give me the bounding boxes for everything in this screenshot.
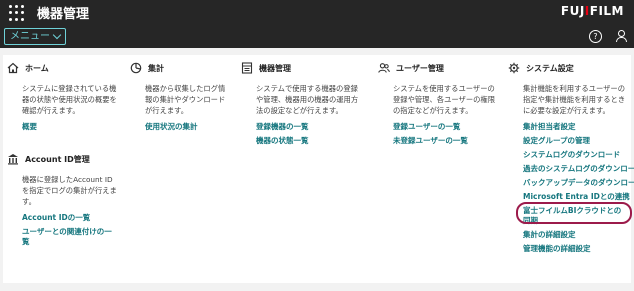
fujifilm-logo: FUJIFILM [560,4,624,18]
section-desc-system: 集計機能を利用するユーザーの指定や集計機能を利用するときに必要な設定が行えます。 [523,84,626,115]
link-past-system-log-download[interactable]: 過去のシステムログのダウンロード [523,162,634,176]
column-users: ユーザー管理 システムを使用するユーザーの登録や管理、各ユーザーの権限の指定など… [378,61,496,148]
link-overview[interactable]: 概要 [22,120,119,134]
section-desc-home: システムに登録されている機器の状態や使用状況の概要を確認が行えます。 [22,84,117,115]
user-icon[interactable] [615,30,627,43]
link-aggregate-manager[interactable]: 集計担当者設定 [523,120,628,134]
column-devices: 機器管理 システムで使用する機器の登録や管理、機器用の機器の運用方法の設定などが… [241,61,365,148]
column-system: システム設定 集計機能を利用するユーザーの指定や集計機能を利用するときに必要な設… [508,61,634,256]
highlight-ring [516,202,632,224]
pie-chart-icon [130,62,142,74]
section-desc-users: システムを使用するユーザーの登録や管理、各ユーザーの権限の指定などが行えます。 [393,84,496,115]
link-backup-download[interactable]: バックアップデータのダウンロード [523,176,634,190]
section-desc-devices: システムで使用する機器の登録や管理、機器用の機器の運用方法の設定などが行えます。 [256,84,359,115]
printer-icon [241,62,253,74]
section-desc-aggregate: 機器から収集したログ情報の集計やダウンロードが行えます。 [145,84,226,115]
section-desc-account: 機器に登録したAccount IDを指定でログの集計が行えます。 [22,175,117,206]
link-user-association-list[interactable]: ユーザーとの関連付けの一覧 [22,227,119,247]
app-launcher-icon[interactable] [9,5,25,21]
section-title-home: ホーム [25,63,49,73]
link-account-id-list[interactable]: Account IDの一覧 [22,211,119,225]
section-heading-users: ユーザー管理 [378,61,496,75]
link-unregistered-users[interactable]: 未登録ユーザーの一覧 [393,134,496,148]
menu-panel: ホーム システムに登録されている機器の状態や使用状況の概要を確認が行えます。 概… [3,55,634,283]
section-heading-system: システム設定 [508,61,628,75]
chevron-down-icon [52,30,62,40]
section-title-aggregate: 集計 [148,63,164,73]
users-icon [378,63,390,73]
gear-icon [508,62,520,74]
section-title-devices: 機器管理 [259,63,291,73]
home-icon [7,62,19,74]
help-icon[interactable]: ? [589,30,602,43]
section-heading-home: ホーム [7,61,119,75]
menu-button[interactable]: メニュー [4,28,66,45]
link-setting-groups[interactable]: 設定グループの管理 [523,134,628,148]
section-title-system: システム設定 [526,63,574,73]
link-system-log-download[interactable]: システムログのダウンロード [523,148,628,162]
link-admin-details[interactable]: 管理機能の詳細設定 [523,242,628,256]
section-title-account: Account ID管理 [25,154,90,164]
column-account: Account ID管理 機器に登録したAccount IDを指定でログの集計が… [7,152,119,249]
column-home: ホーム システムに登録されている機器の状態や使用状況の概要を確認が行えます。 概… [7,61,119,134]
section-heading-devices: 機器管理 [241,61,365,75]
column-aggregate: 集計 機器から収集したログ情報の集計やダウンロードが行えます。 使用状況の集計 [130,61,230,134]
link-aggregate-details[interactable]: 集計の詳細設定 [523,228,628,242]
link-registered-devices[interactable]: 登録機器の一覧 [256,120,365,134]
building-icon [8,154,18,165]
link-usage-aggregate[interactable]: 使用状況の集計 [145,120,230,134]
menu-label: メニュー [10,31,50,42]
section-title-users: ユーザー管理 [396,63,444,73]
link-registered-users[interactable]: 登録ユーザーの一覧 [393,120,496,134]
section-heading-account: Account ID管理 [7,152,119,166]
app-title: 機器管理 [37,7,90,22]
top-bar: 機器管理 FUJIFILM メニュー ? [0,0,634,48]
link-device-status[interactable]: 機器の状態一覧 [256,134,365,148]
section-heading-aggregate: 集計 [130,61,230,75]
